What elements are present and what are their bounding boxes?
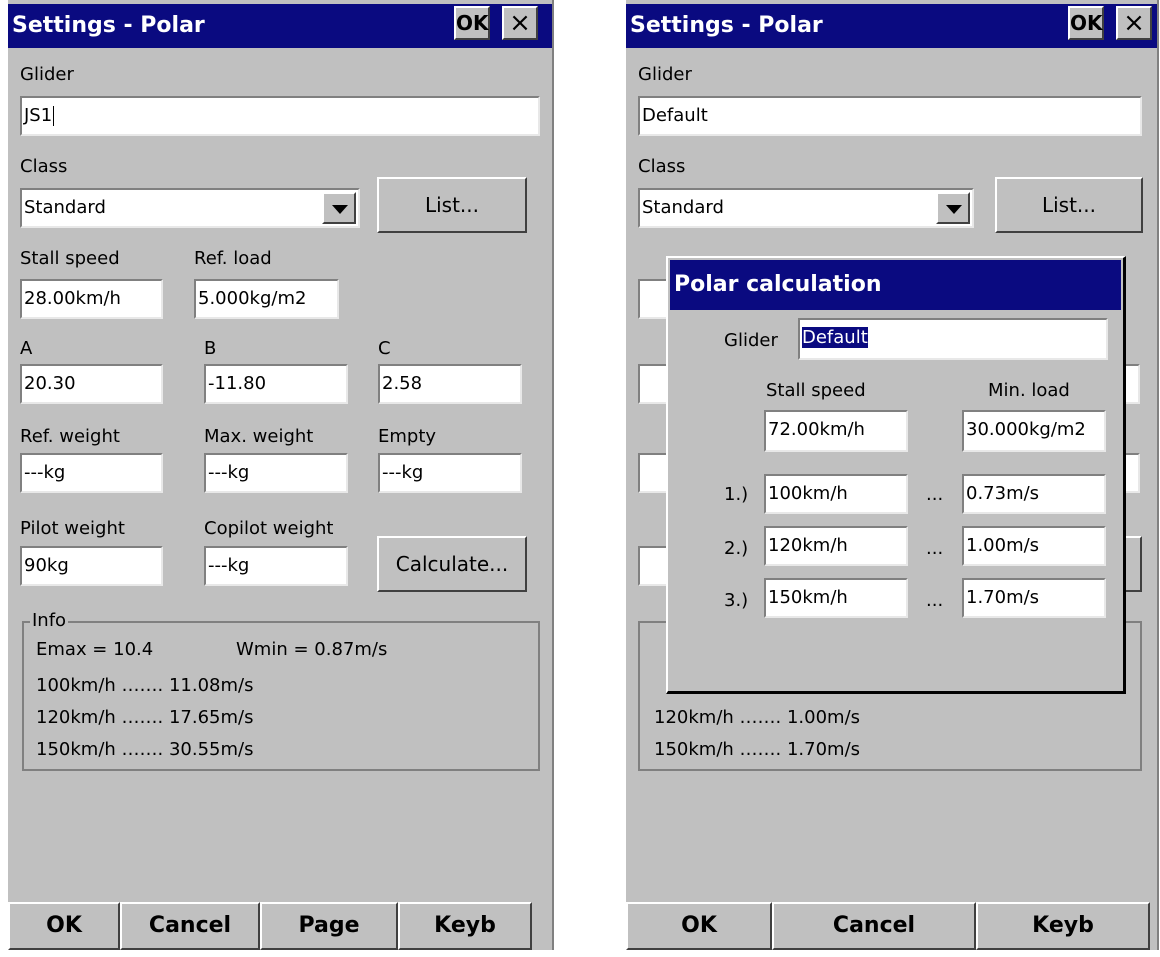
stall-speed-label: Stall speed (20, 248, 120, 269)
chevron-down-icon[interactable] (322, 192, 356, 224)
close-icon[interactable]: × (502, 6, 538, 40)
dialog-glider-value: Default (802, 327, 868, 348)
page-button[interactable]: Page (260, 902, 398, 950)
b-input[interactable]: -11.80 (204, 364, 348, 404)
title-ok-button[interactable]: OK (454, 6, 490, 40)
settings-polar-window-calculation: Settings - Polar OK × Glider Default Cla… (626, 0, 1159, 950)
c-input[interactable]: 2.58 (378, 364, 522, 404)
info-line: 150km/h ……. 30.55m/s (36, 739, 254, 760)
emax-value: Emax = 10.4 (36, 639, 154, 660)
copilot-weight-label: Copilot weight (204, 518, 334, 539)
chevron-down-icon[interactable] (936, 192, 970, 224)
class-select[interactable]: Standard (20, 188, 360, 228)
row-speed-input[interactable]: 120km/h (764, 526, 908, 566)
info-line: 100km/h ……. 11.08m/s (36, 675, 254, 696)
polar-calculation-dialog: Polar calculation Glider Default Stall s… (666, 256, 1126, 694)
keyboard-button[interactable]: Keyb (976, 902, 1150, 950)
bottom-toolbar: OK Cancel Keyb (626, 902, 1157, 950)
class-label: Class (20, 156, 68, 177)
copilot-weight-input[interactable]: ---kg (204, 546, 348, 586)
keyboard-button[interactable]: Keyb (398, 902, 532, 950)
glider-input[interactable]: Default (638, 96, 1142, 136)
ref-weight-label: Ref. weight (20, 426, 120, 447)
cancel-button[interactable]: Cancel (772, 902, 976, 950)
dialog-glider-input[interactable]: Default (798, 318, 1108, 360)
glider-label: Glider (638, 64, 692, 85)
a-label: A (20, 338, 33, 359)
window-title: Settings - Polar (630, 13, 823, 38)
row-separator: ... (926, 590, 944, 611)
info-line: 120km/h ……. 17.65m/s (36, 707, 254, 728)
c-label: C (378, 338, 391, 359)
close-icon[interactable]: × (1116, 6, 1152, 40)
dialog-glider-label: Glider (724, 330, 778, 351)
wmin-value: Wmin = 0.87m/s (236, 639, 388, 660)
window-title: Settings - Polar (12, 13, 205, 38)
cancel-button[interactable]: Cancel (120, 902, 260, 950)
ok-button[interactable]: OK (8, 902, 120, 950)
row-index: 1.) (724, 484, 749, 505)
glider-input[interactable]: JS1 (20, 96, 540, 136)
dialog-min-load-label: Min. load (988, 380, 1070, 401)
class-select-value: Standard (642, 197, 724, 218)
info-line: 120km/h ……. 1.00m/s (654, 707, 861, 728)
ok-button[interactable]: OK (626, 902, 772, 950)
bottom-toolbar: OK Cancel Page Keyb (8, 902, 552, 950)
settings-polar-window: Settings - Polar OK × Glider JS1 Class S… (8, 0, 554, 950)
title-ok-button[interactable]: OK (1068, 6, 1104, 40)
calculate-button[interactable]: Calculate... (377, 536, 527, 592)
ref-load-input[interactable]: 5.000kg/m2 (194, 279, 339, 319)
info-line: 150km/h ……. 1.70m/s (654, 739, 861, 760)
info-group-label: Info (30, 610, 69, 631)
ref-load-label: Ref. load (194, 248, 272, 269)
row-speed-input[interactable]: 100km/h (764, 474, 908, 514)
max-weight-label: Max. weight (204, 426, 314, 447)
row-index: 2.) (724, 538, 749, 559)
max-weight-input[interactable]: ---kg (204, 453, 348, 493)
row-speed-input[interactable]: 150km/h (764, 578, 908, 618)
empty-input[interactable]: ---kg (378, 453, 522, 493)
class-label: Class (638, 156, 686, 177)
text-caret (53, 106, 55, 126)
class-select[interactable]: Standard (638, 188, 974, 228)
pilot-weight-label: Pilot weight (20, 518, 125, 539)
b-label: B (204, 338, 217, 359)
pilot-weight-input[interactable]: 90kg (20, 546, 163, 586)
dialog-min-load-input[interactable]: 30.000kg/m2 (962, 410, 1106, 452)
row-sink-input[interactable]: 1.00m/s (962, 526, 1106, 566)
row-separator: ... (926, 538, 944, 559)
row-sink-input[interactable]: 1.70m/s (962, 578, 1106, 618)
list-button[interactable]: List... (377, 177, 527, 233)
dialog-title: Polar calculation (670, 260, 1121, 310)
row-index: 3.) (724, 590, 749, 611)
list-button[interactable]: List... (995, 177, 1143, 233)
dialog-stall-speed-input[interactable]: 72.00km/h (764, 410, 908, 452)
class-select-value: Standard (24, 197, 106, 218)
row-separator: ... (926, 484, 944, 505)
a-input[interactable]: 20.30 (20, 364, 163, 404)
glider-label: Glider (20, 64, 74, 85)
stall-speed-input[interactable]: 28.00km/h (20, 279, 163, 319)
empty-label: Empty (378, 426, 437, 447)
info-group: Info Emax = 10.4 Wmin = 0.87m/s 100km/h … (22, 610, 540, 771)
dialog-stall-speed-label: Stall speed (766, 380, 866, 401)
ref-weight-input[interactable]: ---kg (20, 453, 163, 493)
row-sink-input[interactable]: 0.73m/s (962, 474, 1106, 514)
